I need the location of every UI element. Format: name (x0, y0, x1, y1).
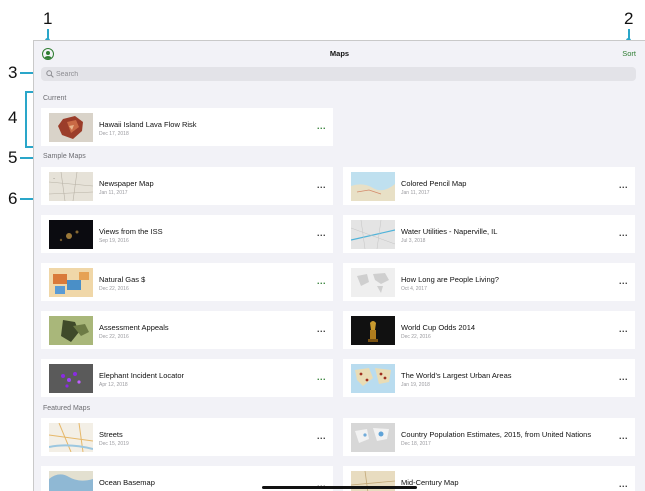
more-options-icon[interactable]: ... (317, 228, 326, 238)
map-title: Country Population Estimates, 2015, from… (401, 430, 592, 439)
map-date: Dec 17, 2018 (99, 131, 129, 137)
map-date: Jul 3, 2018 (401, 238, 426, 244)
map-card[interactable]: Views from the ISS Sep 19, 2016 ... (41, 215, 333, 253)
map-date: Jan 11, 2017 (401, 190, 430, 196)
more-options-icon[interactable]: ... (317, 276, 326, 286)
more-options-icon[interactable]: ... (317, 372, 326, 382)
map-card[interactable]: Colored Pencil Map Jan 11, 2017 ... (343, 167, 635, 205)
callout-6: 6 (8, 189, 18, 208)
map-title: Water Utilities - Naperville, IL (401, 227, 498, 236)
map-title: Assessment Appeals (99, 323, 169, 332)
map-thumbnail: ~ (49, 172, 93, 201)
more-options-icon[interactable]: ... (619, 479, 628, 489)
search-bar[interactable] (41, 67, 636, 81)
callout-1: 1 (43, 9, 53, 28)
map-date: Dec 15, 2019 (99, 441, 129, 447)
map-date: Oct 4, 2017 (401, 286, 427, 292)
map-thumbnail (351, 268, 395, 297)
search-input[interactable] (56, 67, 616, 81)
navigation-bar: Maps Sort (34, 41, 645, 67)
map-thumbnail (49, 364, 93, 393)
map-title: Views from the ISS (99, 227, 163, 236)
map-thumbnail (49, 423, 93, 452)
map-card[interactable]: Assessment Appeals Dec 22, 2016 ... (41, 311, 333, 349)
map-date: Dec 22, 2016 (99, 334, 129, 340)
map-date: Jan 19, 2018 (401, 382, 430, 388)
map-title: Colored Pencil Map (401, 179, 467, 188)
more-options-icon[interactable]: ... (619, 372, 628, 382)
more-options-icon[interactable]: ... (317, 180, 326, 190)
map-date: Dec 18, 2017 (401, 441, 431, 447)
map-date: Dec 22, 2016 (401, 334, 431, 340)
callout-5: 5 (8, 148, 18, 167)
map-date: Dec 22, 2016 (99, 286, 129, 292)
current-map-card[interactable]: Hawaii Island Lava Flow Risk Dec 17, 201… (41, 108, 333, 146)
section-featured-label: Featured Maps (43, 405, 91, 412)
map-thumbnail (351, 316, 395, 345)
map-card[interactable]: Natural Gas $ Dec 22, 2016 ... (41, 263, 333, 301)
map-title: Streets (99, 430, 123, 439)
map-thumbnail (49, 220, 93, 249)
map-card[interactable]: The World's Largest Urban Areas Jan 19, … (343, 359, 635, 397)
map-thumbnail (49, 471, 93, 491)
more-options-icon[interactable]: ... (619, 324, 628, 334)
map-card[interactable]: World Cup Odds 2014 Dec 22, 2016 ... (343, 311, 635, 349)
map-thumbnail (351, 172, 395, 201)
more-options-icon[interactable]: ... (317, 431, 326, 441)
map-title: World Cup Odds 2014 (401, 323, 476, 332)
sort-button[interactable]: Sort (622, 49, 636, 58)
svg-text:~: ~ (53, 176, 56, 181)
more-options-icon[interactable]: ... (619, 276, 628, 286)
home-indicator[interactable] (262, 486, 417, 489)
map-thumbnail (49, 113, 93, 142)
more-options-icon[interactable]: ... (619, 431, 628, 441)
map-card[interactable]: How Long are People Living? Oct 4, 2017 … (343, 263, 635, 301)
app-screen: Maps Sort Current Hawaii Island Lava Flo… (33, 40, 645, 491)
map-thumbnail (49, 268, 93, 297)
callout-3: 3 (8, 63, 18, 82)
map-card[interactable]: Country Population Estimates, 2015, from… (343, 418, 635, 456)
map-title: Newspaper Map (99, 179, 154, 188)
map-thumbnail (49, 316, 93, 345)
search-icon (46, 70, 54, 78)
more-options-icon[interactable]: ... (619, 228, 628, 238)
map-date: Sep 19, 2016 (99, 238, 129, 244)
section-sample-label: Sample Maps (43, 153, 86, 160)
map-title: Ocean Basemap (99, 478, 155, 487)
section-current-label: Current (43, 95, 67, 102)
more-options-icon[interactable]: ... (619, 180, 628, 190)
map-thumbnail (351, 220, 395, 249)
callout-4: 4 (8, 108, 18, 127)
map-title: Natural Gas $ (99, 275, 146, 284)
map-date: Apr 12, 2018 (99, 382, 128, 388)
map-date: Jan 11, 2017 (99, 190, 128, 196)
callout-2: 2 (624, 9, 634, 28)
map-title: Hawaii Island Lava Flow Risk (99, 120, 197, 129)
page-title: Maps (329, 49, 350, 58)
map-card[interactable]: Elephant Incident Locator Apr 12, 2018 .… (41, 359, 333, 397)
map-thumbnail (351, 364, 395, 393)
map-card[interactable]: ~ Newspaper Map Jan 11, 2017 ... (41, 167, 333, 205)
more-options-icon[interactable]: ... (317, 121, 326, 131)
map-thumbnail (351, 423, 395, 452)
map-title: How Long are People Living? (401, 275, 499, 284)
map-card[interactable]: Streets Dec 15, 2019 ... (41, 418, 333, 456)
map-title: Elephant Incident Locator (99, 371, 185, 380)
map-title: The World's Largest Urban Areas (401, 371, 512, 380)
more-options-icon[interactable]: ... (317, 324, 326, 334)
map-card[interactable]: Water Utilities - Naperville, IL Jul 3, … (343, 215, 635, 253)
